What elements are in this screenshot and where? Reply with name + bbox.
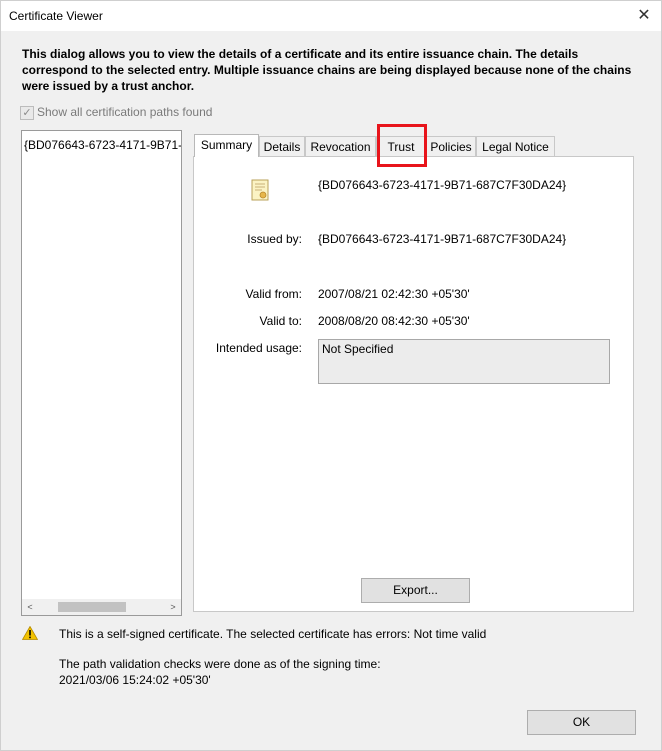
intended-usage-value: Not Specified xyxy=(322,342,394,356)
tree-item[interactable]: {BD076643-6723-4171-9B71-687C7F30DA24} xyxy=(24,138,181,152)
scroll-left-icon[interactable]: < xyxy=(22,599,38,615)
valid-to-value: 2008/08/20 08:42:30 +05'30' xyxy=(318,314,470,328)
certificate-icon xyxy=(251,179,269,201)
valid-from-value: 2007/08/21 02:42:30 +05'30' xyxy=(318,287,470,301)
intended-usage-box[interactable]: Not Specified xyxy=(318,339,610,384)
subject-value: {BD076643-6723-4171-9B71-687C7F30DA24} xyxy=(318,178,567,192)
scroll-right-icon[interactable]: > xyxy=(165,599,181,615)
tab-legal-notice[interactable]: Legal Notice xyxy=(476,136,555,156)
validation-time-text: The path validation checks were done as … xyxy=(59,657,381,671)
tab-revocation[interactable]: Revocation xyxy=(305,136,376,156)
validation-time-value: 2021/03/06 15:24:02 +05'30' xyxy=(59,673,211,687)
tab-policies[interactable]: Policies xyxy=(426,136,476,156)
window-title: Certificate Viewer xyxy=(9,9,103,23)
issued-by-value: {BD076643-6723-4171-9B71-687C7F30DA24} xyxy=(318,232,567,246)
valid-from-label: Valid from: xyxy=(245,287,302,301)
warning-icon xyxy=(22,626,38,640)
certificate-warning-text: This is a self-signed certificate. The s… xyxy=(59,627,487,641)
close-icon[interactable]: ✕ xyxy=(627,1,661,31)
dialog-description: This dialog allows you to view the detai… xyxy=(22,47,632,93)
summary-panel xyxy=(193,156,634,612)
title-bar: Certificate Viewer ✕ xyxy=(1,1,661,31)
scrollbar-thumb[interactable] xyxy=(58,602,126,612)
issued-by-label: Issued by: xyxy=(247,232,302,246)
ok-button[interactable]: OK xyxy=(527,710,636,735)
export-button[interactable]: Export... xyxy=(361,578,470,603)
tab-summary[interactable]: Summary xyxy=(194,134,259,157)
valid-to-label: Valid to: xyxy=(259,314,302,328)
checkbox-check-icon: ✓ xyxy=(20,106,34,120)
horizontal-scrollbar[interactable]: < > xyxy=(22,599,181,615)
certificate-chain-tree[interactable]: {BD076643-6723-4171-9B71-687C7F30DA24} <… xyxy=(21,130,182,616)
tab-details[interactable]: Details xyxy=(259,136,305,156)
intended-usage-label: Intended usage: xyxy=(215,341,302,355)
trust-tab-highlight xyxy=(377,124,427,167)
show-all-paths-label: Show all certification paths found xyxy=(37,105,213,119)
